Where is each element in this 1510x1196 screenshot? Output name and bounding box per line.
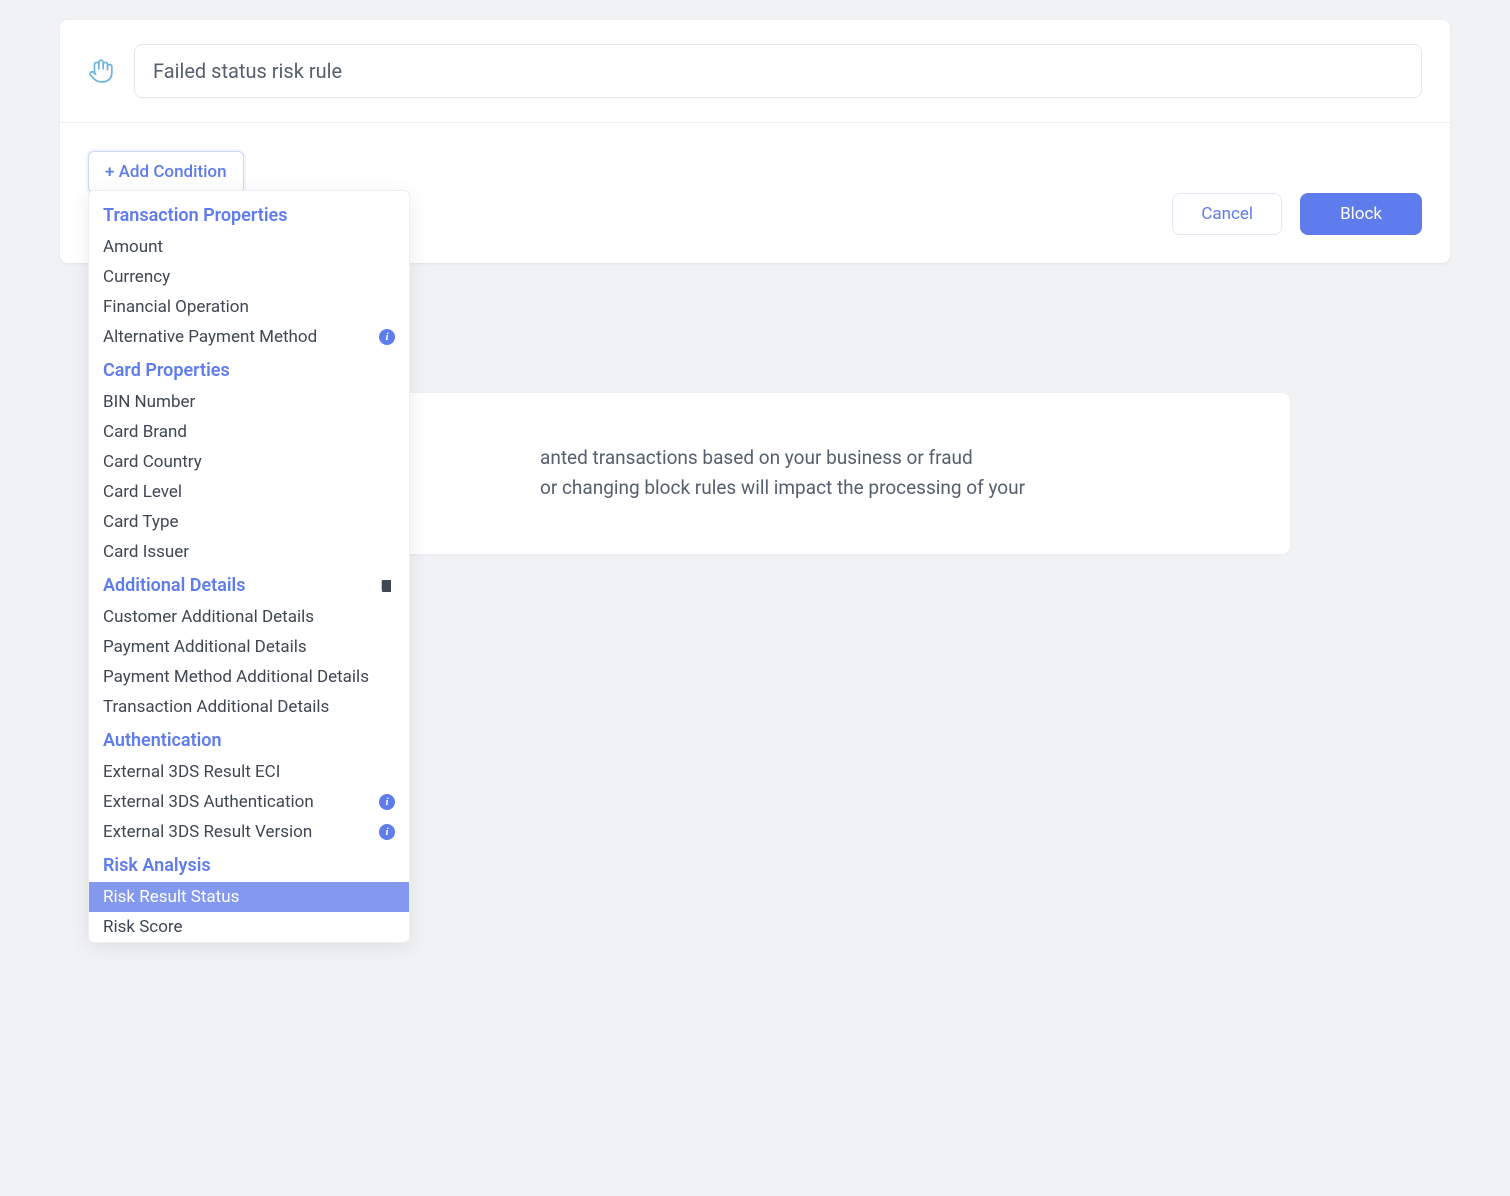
info-icon[interactable]: i [379, 794, 395, 810]
dropdown-item-bin-number[interactable]: BIN Number [89, 387, 409, 417]
info-icon[interactable]: i [379, 824, 395, 840]
dropdown-item-external-3ds-authentication[interactable]: External 3DS Authentication i [89, 787, 409, 817]
book-icon[interactable] [379, 578, 395, 594]
dropdown-item-card-brand[interactable]: Card Brand [89, 417, 409, 447]
dropdown-item-amount[interactable]: Amount [89, 232, 409, 262]
dropdown-item-risk-score[interactable]: Risk Score [89, 912, 409, 942]
dropdown-item-risk-result-status[interactable]: Risk Result Status [89, 882, 409, 912]
dropdown-item-card-level[interactable]: Card Level [89, 477, 409, 507]
dropdown-item-customer-additional-details[interactable]: Customer Additional Details [89, 602, 409, 632]
section-card-properties: Card Properties [89, 352, 409, 387]
dropdown-item-card-country[interactable]: Card Country [89, 447, 409, 477]
section-title-label: Card Properties [103, 360, 230, 381]
cancel-button[interactable]: Cancel [1172, 193, 1282, 235]
dropdown-item-payment-method-additional-details[interactable]: Payment Method Additional Details [89, 662, 409, 692]
dropdown-item-payment-additional-details[interactable]: Payment Additional Details [89, 632, 409, 662]
dropdown-item-external-3ds-result-version[interactable]: External 3DS Result Version i [89, 817, 409, 847]
dropdown-item-card-issuer[interactable]: Card Issuer [89, 537, 409, 567]
section-title-label: Risk Analysis [103, 855, 211, 876]
dropdown-item-external-3ds-result-eci[interactable]: External 3DS Result ECI [89, 757, 409, 787]
dropdown-item-transaction-additional-details[interactable]: Transaction Additional Details [89, 692, 409, 722]
dropdown-item-card-type[interactable]: Card Type [89, 507, 409, 537]
add-condition-button[interactable]: + Add Condition [88, 151, 244, 193]
header-row [60, 20, 1450, 123]
condition-dropdown: Transaction Properties Amount Currency F… [88, 190, 410, 943]
dropdown-item-alternative-payment-method[interactable]: Alternative Payment Method i [89, 322, 409, 352]
info-text-line-1: anted transactions based on your busines… [540, 446, 973, 469]
rule-name-input[interactable] [134, 44, 1422, 98]
dropdown-item-financial-operation[interactable]: Financial Operation [89, 292, 409, 322]
section-additional-details: Additional Details [89, 567, 409, 602]
section-authentication: Authentication [89, 722, 409, 757]
section-title-label: Additional Details [103, 575, 245, 596]
hand-icon [88, 58, 114, 84]
section-title-label: Transaction Properties [103, 205, 287, 226]
section-transaction-properties: Transaction Properties [89, 197, 409, 232]
dropdown-item-currency[interactable]: Currency [89, 262, 409, 292]
section-risk-analysis: Risk Analysis [89, 847, 409, 882]
info-icon[interactable]: i [379, 329, 395, 345]
info-text-line-2: or changing block rules will impact the … [540, 476, 1025, 499]
rule-editor-card: + Add Condition Cancel Block Transaction… [60, 20, 1450, 263]
action-buttons: Cancel Block [1172, 153, 1422, 235]
section-title-label: Authentication [103, 730, 222, 751]
block-button[interactable]: Block [1300, 193, 1422, 235]
